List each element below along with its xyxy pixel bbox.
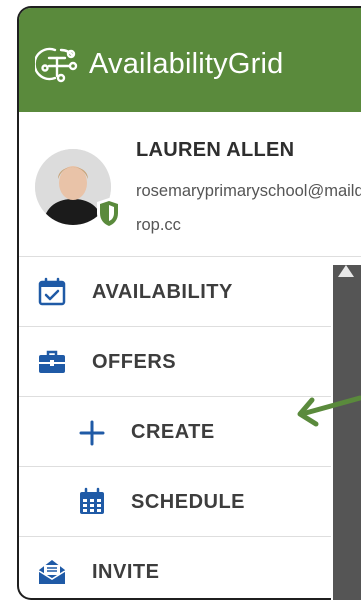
scroll-up-arrow-icon[interactable] <box>336 263 356 279</box>
scrollbar[interactable] <box>331 265 361 600</box>
calendar-grid-icon <box>80 487 104 514</box>
app-window: AvailabilityGrid LAUREN ALLEN rosemarypr… <box>17 6 361 600</box>
plus-icon <box>79 420 105 446</box>
user-profile: LAUREN ALLEN rosemaryprimaryschool@maild… <box>19 112 361 256</box>
sidebar-item-label: INVITE <box>92 561 160 583</box>
brand-header: AvailabilityGrid <box>19 8 361 112</box>
sidebar-item-label: SCHEDULE <box>131 491 246 513</box>
envelope-open-icon <box>38 560 66 584</box>
brand-name: AvailabilityGrid <box>89 48 284 80</box>
sidebar-item-availability[interactable]: AVAILABILITY <box>19 256 361 326</box>
sidebar-item-invite[interactable]: INVITE <box>19 536 361 598</box>
sidebar-item-label: OFFERS <box>92 351 177 373</box>
sidebar-item-label: CREATE <box>131 421 215 443</box>
circuit-logo-icon <box>35 47 78 83</box>
briefcase-icon <box>39 350 65 373</box>
shield-icon <box>97 198 121 229</box>
user-name: LAUREN ALLEN <box>136 139 295 161</box>
calendar-check-icon <box>38 277 66 306</box>
sidebar-item-label: AVAILABILITY <box>92 281 233 303</box>
sidebar-item-schedule[interactable]: SCHEDULE <box>19 466 361 536</box>
pointer-arrow-icon <box>297 395 361 427</box>
user-email: rosemaryprimaryschool@maildrop.cc <box>136 182 361 234</box>
